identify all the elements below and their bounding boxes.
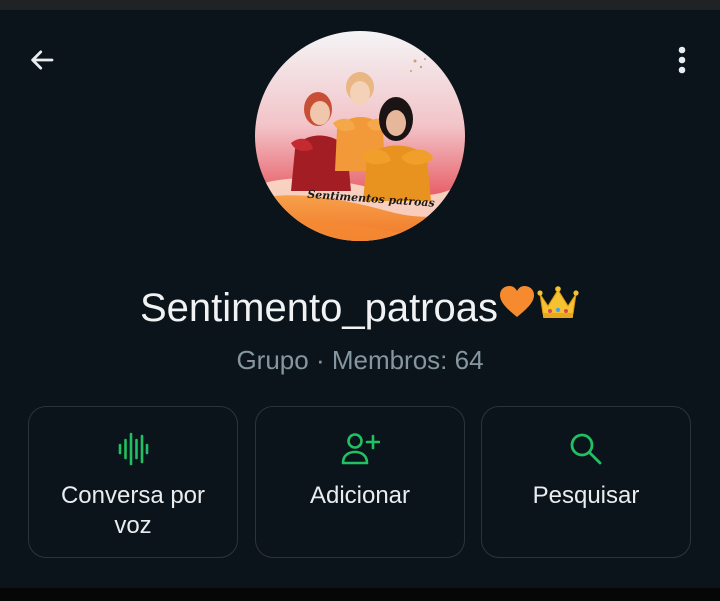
group-subtitle: Grupo · Membros: 64 — [236, 345, 484, 375]
status-bar-strip — [0, 0, 720, 10]
search-label: Pesquisar — [532, 482, 640, 509]
add-person-icon — [341, 433, 380, 465]
more-options-button[interactable] — [660, 38, 704, 82]
voice-chat-button[interactable]: Conversa por voz — [28, 406, 238, 558]
back-button[interactable] — [18, 38, 66, 82]
bottom-strip — [0, 588, 720, 601]
action-buttons: Conversa por voz Adicionar Pesquisar — [28, 406, 692, 560]
search-button[interactable]: Pesquisar — [481, 406, 691, 558]
group-avatar[interactable]: Sentimentos patroas — [255, 31, 465, 241]
more-vertical-icon — [678, 46, 686, 74]
crown-icon — [536, 281, 580, 333]
group-name: Sentimento_patroas — [0, 282, 720, 334]
search-icon — [570, 433, 602, 465]
voice-chat-label: Conversa por voz — [60, 482, 206, 539]
group-name-text: Sentimento_patroas — [139, 286, 498, 330]
arrow-left-icon — [31, 50, 54, 70]
add-member-label: Adicionar — [309, 482, 411, 509]
voice-waveform-icon — [118, 432, 149, 466]
orange-heart-icon — [498, 281, 536, 333]
add-member-button[interactable]: Adicionar — [255, 406, 465, 558]
